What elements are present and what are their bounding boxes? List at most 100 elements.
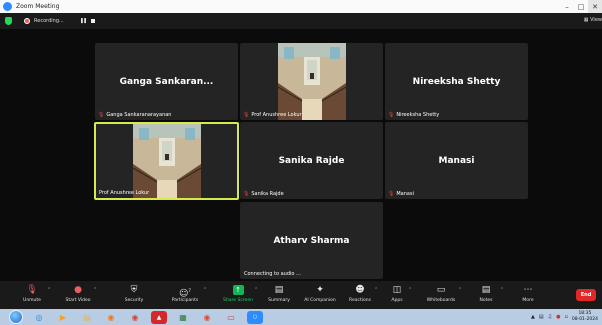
participant-name-tag: 🎙 Prof Anushree Lokur (243, 112, 302, 118)
participant-tag: Ganga Sankaranarayanan (106, 112, 172, 118)
view-button[interactable]: ▦ View (584, 17, 602, 23)
network-icon[interactable]: ▤ (539, 314, 544, 320)
notes-options-chevron-icon[interactable]: ⌃ (500, 287, 504, 293)
clock-date: 08-01-2024 (571, 317, 598, 322)
participant-tile[interactable]: Nireeksha Shetty 🎙 Nireeksha Shetty (385, 43, 528, 120)
window-controls: – □ ✕ (560, 0, 602, 13)
mic-muted-icon: 🎙 (388, 191, 395, 197)
participant-display-name: Manasi (438, 155, 475, 166)
chrome-icon[interactable]: ◉ (127, 311, 143, 324)
participant-tag: Manasi (396, 191, 414, 197)
participants-icon: ☺7 (179, 288, 191, 299)
participant-display-name: Atharv Sharma (273, 235, 350, 246)
start-button-icon[interactable] (9, 310, 23, 324)
apps-label: Apps (391, 298, 403, 303)
presentation-icon[interactable]: ▭ (223, 311, 239, 324)
participant-video (277, 43, 346, 120)
firefox-icon[interactable]: ◉ (103, 311, 119, 324)
file-explorer-icon[interactable]: ▤ (79, 311, 95, 324)
mic-muted-icon: 🎙 (243, 112, 250, 118)
video-off-icon: ● (74, 285, 82, 295)
end-meeting-button[interactable]: End (576, 289, 596, 301)
active-speaker-tile[interactable]: Prof Anushree Lokur (94, 122, 239, 200)
participant-tile[interactable]: 🎙 Prof Anushree Lokur (240, 43, 383, 120)
participant-display-name: Sanika Rajde (278, 155, 345, 166)
security-shield-icon[interactable] (5, 17, 12, 25)
notes-label: Notes (479, 298, 493, 303)
zoom-taskbar-icon[interactable]: ○ (247, 310, 263, 324)
pause-recording-button[interactable]: ❚❚ (80, 18, 87, 24)
antivirus-icon[interactable]: ● (556, 314, 560, 320)
window-title: Zoom Meeting (16, 3, 60, 10)
mic-muted-icon: 🎙 (388, 112, 395, 118)
pdf-reader-icon[interactable]: ▲ (151, 310, 167, 324)
participants-button[interactable]: ☺7 Participants (163, 284, 207, 303)
audio-options-chevron-icon[interactable]: ⌃ (47, 287, 51, 293)
more-button[interactable]: ⋯ More (506, 284, 550, 303)
apps-icon: ◫ (392, 285, 402, 295)
volume-icon[interactable]: ♫ (548, 314, 552, 320)
ai-companion-label: AI Companion (304, 298, 336, 303)
participant-video (132, 124, 201, 198)
meeting-toolbar: 🎙 Unmute ⌃ ● Start Video ⌃ ⛨ Security ☺7… (0, 281, 602, 309)
participant-tag: Sanika Rajde (251, 191, 284, 197)
apps-button[interactable]: ◫ Apps (375, 284, 419, 303)
participant-name-tag: 🎙 Sanika Rajde (243, 191, 284, 197)
meeting-header: Recording... ❚❚ ▦ View (0, 13, 602, 29)
participant-name-tag: Prof Anushree Lokur (99, 190, 149, 196)
participant-name-tag: 🎙 Ganga Sankaranarayanan (98, 112, 171, 118)
mic-muted-icon: 🎙 (243, 191, 250, 197)
stop-recording-button[interactable] (91, 19, 96, 23)
windows-taskbar: ◎ ▶ ▤ ◉ ◉ ▲ ▦ ◉ ▭ ○ ▲ ▤ ♫ ● ▫ 18:35 08-0… (0, 309, 602, 325)
internet-explorer-icon[interactable]: ◎ (31, 311, 47, 324)
summary-button[interactable]: ▤ Summary (257, 284, 301, 303)
share-screen-icon: ↑ (232, 285, 244, 295)
grid-icon: ▦ (583, 17, 589, 23)
view-label: View (590, 17, 602, 23)
gallery-view: Ganga Sankaran... 🎙 Ganga Sankaranarayan… (0, 29, 602, 281)
participant-tag: Prof Anushree Lokur (99, 190, 150, 196)
recording-icon (24, 18, 30, 24)
participants-options-chevron-icon[interactable]: ⌃ (203, 287, 207, 293)
mic-off-icon: 🎙 (26, 285, 38, 295)
whiteboards-options-chevron-icon[interactable]: ⌃ (458, 287, 462, 293)
zoom-window: Zoom Meeting – □ ✕ Recording... ❚❚ ▦ Vie… (0, 0, 602, 325)
participant-tag: Nireeksha Shetty (396, 112, 440, 118)
participant-tile[interactable]: Sanika Rajde 🎙 Sanika Rajde (240, 122, 383, 199)
zoom-logo-icon (3, 2, 12, 11)
participant-tile[interactable]: Atharv Sharma Connecting to audio ... (240, 202, 383, 279)
system-tray: ▲ ▤ ♫ ● ▫ 18:35 08-01-2024 (531, 309, 598, 325)
mic-muted-icon: 🎙 (98, 112, 105, 118)
participant-name-tag: 🎙 Manasi (388, 191, 414, 197)
participant-tag: Prof Anushree Lokur (251, 112, 302, 118)
video-options-chevron-icon[interactable]: ⌃ (93, 287, 97, 293)
participants-label: Participants (171, 298, 199, 303)
participant-display-name: Ganga Sankaran... (119, 76, 214, 87)
notes-icon: ▤ (481, 285, 491, 295)
whiteboard-icon: ▭ (436, 285, 446, 295)
taskbar-clock[interactable]: 18:35 08-01-2024 (572, 311, 598, 323)
spreadsheet-icon[interactable]: ▦ (175, 311, 191, 324)
tray-chevron-icon[interactable]: ▲ (531, 314, 535, 320)
summary-label: Summary (268, 298, 290, 303)
close-button[interactable]: ✕ (588, 0, 602, 13)
minimize-button[interactable]: – (560, 0, 574, 13)
video-frame-image (277, 43, 346, 120)
media-player-icon[interactable]: ▶ (55, 311, 71, 324)
security-button[interactable]: ⛨ Security (112, 284, 156, 303)
keyboard-icon[interactable]: ▫ (564, 314, 567, 320)
ai-companion-button[interactable]: ✦ AI Companion (298, 284, 342, 303)
unmute-label: Unmute (23, 298, 41, 303)
reactions-icon: ☻ (355, 285, 365, 295)
summary-icon: ▤ (274, 285, 284, 295)
video-frame-image (132, 124, 201, 198)
whiteboards-label: Whiteboards (426, 298, 456, 303)
whiteboards-button[interactable]: ▭ Whiteboards (419, 284, 463, 303)
connecting-audio-status: Connecting to audio ... (244, 271, 301, 277)
chrome-profile-icon[interactable]: ◉ (199, 311, 215, 324)
participant-tile[interactable]: Manasi 🎙 Manasi (385, 122, 528, 199)
apps-options-chevron-icon[interactable]: ⌃ (408, 287, 412, 293)
maximize-button[interactable]: □ (574, 0, 588, 13)
shield-icon: ⛨ (130, 285, 138, 295)
participant-tile[interactable]: Ganga Sankaran... 🎙 Ganga Sankaranarayan… (95, 43, 238, 120)
